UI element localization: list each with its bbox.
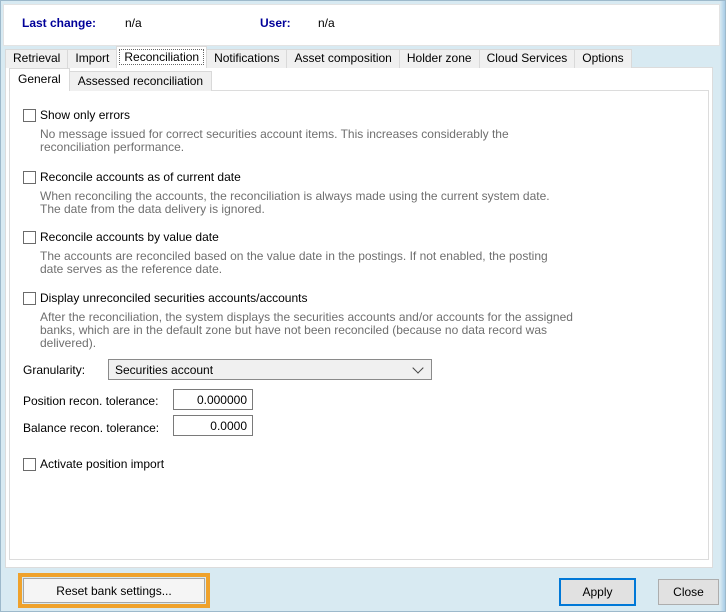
chevron-down-icon bbox=[412, 362, 423, 373]
last-change-value: n/a bbox=[125, 16, 142, 30]
checkbox-reconcile-current-date[interactable]: Reconcile accounts as of current date bbox=[23, 170, 241, 184]
tab-retrieval[interactable]: Retrieval bbox=[5, 49, 68, 68]
reconcile-value-date-description: The accounts are reconciled based on the… bbox=[40, 250, 548, 276]
apply-button[interactable]: Apply bbox=[559, 578, 636, 606]
checkbox-box[interactable] bbox=[23, 231, 36, 244]
display-unreconciled-description: After the reconciliation, the system dis… bbox=[40, 311, 573, 350]
reconcile-current-date-description: When reconciling the accounts, the recon… bbox=[40, 190, 550, 216]
granularity-dropdown[interactable]: Securities account bbox=[108, 359, 432, 380]
checkbox-box[interactable] bbox=[23, 109, 36, 122]
position-tolerance-input[interactable] bbox=[173, 389, 253, 410]
checkbox-box[interactable] bbox=[23, 292, 36, 305]
balance-tolerance-label: Balance recon. tolerance: bbox=[23, 421, 159, 435]
close-button[interactable]: Close bbox=[658, 579, 719, 605]
granularity-selected-value: Securities account bbox=[109, 363, 414, 377]
checkbox-label: Activate position import bbox=[40, 457, 164, 471]
reset-bank-settings-button[interactable]: Reset bank settings... bbox=[23, 578, 205, 603]
checkbox-label: Display unreconciled securities accounts… bbox=[40, 291, 307, 305]
window-edge-glow bbox=[720, 1, 725, 611]
checkbox-display-unreconciled[interactable]: Display unreconciled securities accounts… bbox=[23, 291, 307, 305]
tab-import[interactable]: Import bbox=[67, 49, 117, 68]
tab-cloud-services[interactable]: Cloud Services bbox=[479, 49, 576, 68]
checkbox-box[interactable] bbox=[23, 458, 36, 471]
checkbox-activate-position-import[interactable]: Activate position import bbox=[23, 457, 164, 471]
user-label: User: bbox=[260, 16, 291, 30]
main-tabstrip: Retrieval Import Reconciliation Notifica… bbox=[5, 48, 631, 68]
sub-tabstrip: General Assessed reconciliation bbox=[9, 70, 211, 91]
tab-options[interactable]: Options bbox=[574, 49, 631, 68]
checkbox-show-only-errors[interactable]: Show only errors bbox=[23, 108, 130, 122]
action-highlight-box: Reset bank settings... bbox=[18, 573, 210, 608]
tab-notifications[interactable]: Notifications bbox=[206, 49, 287, 68]
show-only-errors-description: No message issued for correct securities… bbox=[40, 128, 509, 154]
checkbox-label: Show only errors bbox=[40, 108, 130, 122]
checkbox-label: Reconcile accounts by value date bbox=[40, 230, 219, 244]
tab-reconciliation[interactable]: Reconciliation bbox=[116, 46, 207, 68]
subtab-assessed-reconciliation[interactable]: Assessed reconciliation bbox=[69, 71, 212, 91]
header-panel: Last change: n/a User: n/a bbox=[3, 4, 720, 46]
granularity-label: Granularity: bbox=[23, 363, 85, 377]
tab-asset-composition[interactable]: Asset composition bbox=[286, 49, 399, 68]
checkbox-label: Reconcile accounts as of current date bbox=[40, 170, 241, 184]
balance-tolerance-input[interactable] bbox=[173, 415, 253, 436]
last-change-label: Last change: bbox=[22, 16, 96, 30]
tab-holder-zone[interactable]: Holder zone bbox=[399, 49, 480, 68]
subtab-general[interactable]: General bbox=[9, 68, 70, 91]
checkbox-box[interactable] bbox=[23, 171, 36, 184]
settings-dialog: Last change: n/a User: n/a Retrieval Imp… bbox=[0, 0, 726, 612]
checkbox-reconcile-value-date[interactable]: Reconcile accounts by value date bbox=[23, 230, 219, 244]
user-value: n/a bbox=[318, 16, 335, 30]
position-tolerance-label: Position recon. tolerance: bbox=[23, 394, 158, 408]
